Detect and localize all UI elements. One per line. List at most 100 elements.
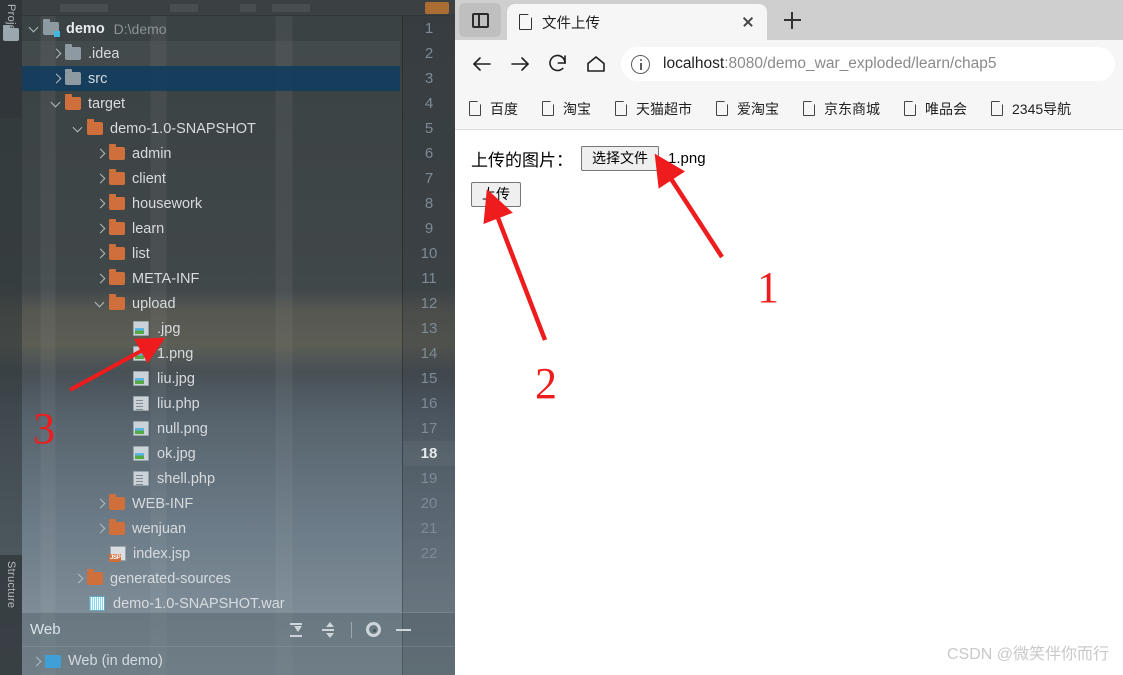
tree-row[interactable]: null.png — [22, 416, 400, 441]
tree-row[interactable]: client — [22, 166, 400, 191]
tree-row[interactable]: learn — [22, 216, 400, 241]
chevron-down-icon[interactable] — [72, 122, 85, 135]
folder-gray-icon — [65, 69, 81, 85]
tree-row[interactable]: admin — [22, 141, 400, 166]
tab-list-icon[interactable] — [459, 3, 501, 37]
tree-row[interactable]: .jpg — [22, 316, 400, 341]
browser-tab-active[interactable]: 文件上传 — [507, 4, 767, 40]
tree-row-label: index.jsp — [133, 545, 191, 562]
bookmark-item[interactable]: 2345导航 — [991, 99, 1071, 119]
chevron-right-icon[interactable] — [94, 497, 107, 510]
tree-row-label: null.png — [157, 420, 208, 437]
tree-row-label: .idea — [88, 45, 120, 62]
reload-button[interactable] — [539, 45, 577, 83]
url-path: :8080/demo_war_exploded/learn/chap5 — [724, 55, 997, 72]
address-bar[interactable]: localhost:8080/demo_war_exploded/learn/c… — [621, 47, 1115, 81]
line-number: 4 — [424, 95, 434, 112]
tree-row[interactable]: .idea — [22, 41, 400, 66]
line-number: 6 — [424, 145, 434, 162]
tree-row-label: generated-sources — [110, 570, 231, 587]
tree-row[interactable]: 1.png — [22, 341, 400, 366]
tree-row[interactable]: demo-1.0-SNAPSHOT — [22, 116, 400, 141]
tree-row[interactable]: index.jsp — [22, 541, 400, 566]
settings-gear-icon[interactable] — [366, 622, 381, 637]
reload-icon — [549, 54, 566, 72]
tree-row-label: wenjuan — [132, 520, 187, 537]
tree-row[interactable]: target — [22, 91, 400, 116]
tree-row-path: D:\demo — [113, 20, 167, 37]
new-tab-button[interactable] — [775, 3, 809, 37]
line-number: 9 — [424, 220, 434, 237]
bookmark-label: 爱淘宝 — [737, 100, 779, 117]
close-icon[interactable] — [737, 11, 759, 33]
toolbar-item[interactable] — [240, 4, 256, 12]
tree-row-label: 1.png — [157, 345, 194, 362]
chevron-right-icon[interactable] — [94, 522, 107, 535]
tree-row-label: list — [132, 245, 150, 262]
page-icon — [716, 101, 728, 116]
chevron-right-icon[interactable] — [94, 197, 107, 210]
info-circle-icon[interactable] — [631, 54, 650, 74]
chevron-right-icon[interactable] — [50, 72, 63, 85]
chevron-down-icon[interactable] — [28, 22, 41, 35]
chevron-right-icon[interactable] — [94, 147, 107, 160]
chevron-right-icon[interactable] — [50, 47, 63, 60]
upload-submit-button[interactable]: 上传 — [471, 182, 521, 207]
chevron-down-icon[interactable] — [94, 297, 107, 310]
web-tool-window-actions — [287, 621, 455, 639]
page-icon — [469, 101, 481, 116]
collapse-all-icon[interactable] — [319, 621, 337, 639]
bookmark-item[interactable]: 爱淘宝 — [716, 99, 779, 119]
doc-icon — [133, 396, 149, 411]
chevron-placeholder — [116, 372, 129, 385]
annotation-number-3: 3 — [33, 404, 55, 453]
chevron-right-icon[interactable] — [94, 172, 107, 185]
tree-row[interactable]: shell.php — [22, 466, 400, 491]
tree-row[interactable]: META-INF — [22, 266, 400, 291]
tool-window-project-tab[interactable]: Proje — [0, 0, 22, 118]
toolbar-item[interactable] — [60, 4, 108, 12]
bookmark-item[interactable]: 百度 — [469, 99, 518, 119]
chevron-right-icon[interactable] — [94, 272, 107, 285]
chevron-right-icon[interactable] — [72, 572, 85, 585]
address-bar-url: localhost:8080/demo_war_exploded/learn/c… — [663, 55, 997, 73]
tree-row[interactable]: upload — [22, 291, 400, 316]
line-number: 10 — [420, 245, 438, 262]
tree-row[interactable]: ok.jpg — [22, 441, 400, 466]
bookmark-item[interactable]: 唯品会 — [904, 99, 967, 119]
chevron-placeholder — [116, 447, 129, 460]
war-icon — [89, 596, 105, 611]
project-file-tree[interactable]: demo D:\demo .idea src target demo-1.0-SNAPSH… — [22, 16, 400, 612]
tree-row[interactable]: housework — [22, 191, 400, 216]
run-configuration-icon[interactable] — [425, 2, 449, 14]
chevron-right-icon[interactable] — [94, 247, 107, 260]
toolbar-item[interactable] — [272, 4, 310, 12]
back-button[interactable] — [463, 45, 501, 83]
tree-row[interactable]: demo-1.0-SNAPSHOT.war — [22, 591, 400, 612]
tree-row[interactable]: src — [22, 66, 400, 91]
chevron-right-icon[interactable] — [30, 655, 43, 668]
tree-row[interactable]: liu.php — [22, 391, 400, 416]
minimize-icon[interactable] — [395, 621, 413, 639]
annotation-number-1: 1 — [757, 263, 779, 312]
tree-row[interactable]: demo D:\demo — [22, 16, 400, 41]
tree-row[interactable]: wenjuan — [22, 516, 400, 541]
bookmark-item[interactable]: 京东商城 — [803, 99, 880, 119]
tree-row[interactable]: liu.jpg — [22, 366, 400, 391]
bookmark-item[interactable]: 淘宝 — [542, 99, 591, 119]
home-button[interactable] — [577, 45, 615, 83]
forward-button[interactable] — [501, 45, 539, 83]
chevron-down-icon[interactable] — [50, 97, 63, 110]
toolbar-item[interactable] — [170, 4, 198, 12]
expand-all-icon[interactable] — [287, 621, 305, 639]
arrow-left-icon — [473, 57, 491, 71]
tree-scrollbar-track[interactable] — [388, 16, 402, 612]
chevron-right-icon[interactable] — [94, 222, 107, 235]
tree-row[interactable]: list — [22, 241, 400, 266]
bookmark-item[interactable]: 天猫超市 — [615, 99, 692, 119]
tree-row[interactable]: WEB-INF — [22, 491, 400, 516]
tool-window-structure-tab[interactable]: Structure — [0, 555, 22, 675]
web-tool-window-row[interactable]: Web (in demo) — [22, 647, 455, 675]
choose-file-button[interactable]: 选择文件 — [581, 146, 659, 171]
tree-row[interactable]: generated-sources — [22, 566, 400, 591]
